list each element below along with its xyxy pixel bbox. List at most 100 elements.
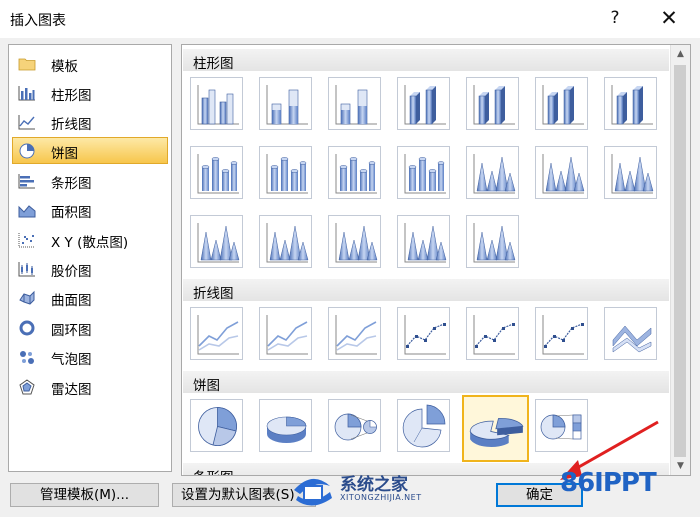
- area-chart-icon: [18, 205, 36, 218]
- folder-icon: [18, 58, 36, 71]
- clustered-cone-icon: [469, 149, 518, 198]
- sidebar-item-label: 模板: [51, 59, 78, 75]
- section-label: 柱形图: [193, 56, 234, 72]
- sidebar-item-label: 雷达图: [51, 382, 92, 398]
- chart-thumbnail[interactable]: [259, 215, 312, 268]
- chart-thumbnail[interactable]: [259, 307, 312, 360]
- chart-thumbnail[interactable]: [535, 307, 588, 360]
- percent-stacked-line-markers-icon: [538, 310, 587, 359]
- watermark-text: 系统之家: [340, 475, 408, 495]
- stacked-cylinder-icon: [262, 149, 311, 198]
- chart-thumbnail[interactable]: [190, 399, 243, 452]
- section-header-line: 折线图: [183, 279, 669, 302]
- scatter-chart-icon: [18, 233, 35, 248]
- sidebar-item-label: 饼图: [51, 146, 78, 162]
- scrollbar-thumb[interactable]: [674, 65, 686, 457]
- sidebar-item-line[interactable]: 折线图: [12, 108, 168, 135]
- sidebar-item-label: 面积图: [51, 205, 92, 221]
- scroll-up-arrow-icon[interactable]: ▲: [671, 45, 690, 63]
- sidebar-item-stock[interactable]: 股价图: [12, 255, 168, 282]
- chart-thumbnail[interactable]: [397, 77, 450, 130]
- exploded-pie-icon: [400, 402, 449, 451]
- percent-stacked-line-icon: [331, 310, 380, 359]
- sidebar-item-area[interactable]: 面积图: [12, 196, 168, 223]
- stacked-line-icon: [262, 310, 311, 359]
- section-label: 饼图: [193, 378, 220, 394]
- chart-thumbnail[interactable]: [259, 146, 312, 199]
- bar-chart-icon: [18, 174, 35, 189]
- sidebar-item-column[interactable]: 柱形图: [12, 79, 168, 106]
- radar-chart-icon: [19, 379, 35, 395]
- chart-thumbnail[interactable]: [328, 146, 381, 199]
- watermark-url: XITONGZHIJIA.NET: [340, 493, 422, 502]
- chart-thumbnail[interactable]: [259, 77, 312, 130]
- cylinder-3d-icon: [400, 149, 449, 198]
- cone-3d-icon: [193, 218, 242, 267]
- chart-thumbnail[interactable]: [328, 307, 381, 360]
- surface-chart-icon: [19, 290, 35, 305]
- chart-thumbnail[interactable]: [259, 399, 312, 452]
- pie-chart-icon: [19, 143, 35, 159]
- chart-subtype-gallery: 柱形图 折线图 饼图 条形图 ▲ ▼: [181, 44, 691, 476]
- sidebar-item-bubble[interactable]: 气泡图: [12, 343, 168, 370]
- chart-thumbnail[interactable]: [535, 146, 588, 199]
- sidebar-item-radar[interactable]: 雷达图: [12, 373, 168, 400]
- sidebar-item-surface[interactable]: 曲面图: [12, 284, 168, 311]
- pyramid-3d-icon: [469, 218, 518, 267]
- dialog-title: 插入图表: [10, 13, 66, 29]
- sidebar-item-label: 气泡图: [51, 352, 92, 368]
- chart-thumbnail[interactable]: [466, 77, 519, 130]
- gallery-scrollbar[interactable]: ▲ ▼: [670, 45, 690, 475]
- chart-thumbnail[interactable]: [466, 307, 519, 360]
- pie-3d-icon: [262, 402, 311, 451]
- section-header-column: 柱形图: [183, 49, 669, 72]
- line-3d-icon: [607, 310, 656, 359]
- chart-type-list: 模板 柱形图 折线图 饼图 条形图 面积图 X Y (散点图) 股价图 曲面图 …: [8, 44, 172, 472]
- sidebar-item-scatter[interactable]: X Y (散点图): [12, 226, 168, 253]
- percent-stacked-column-3d-icon: [538, 80, 587, 129]
- stacked-column-icon: [262, 80, 311, 129]
- stacked-column-3d-icon: [469, 80, 518, 129]
- chart-thumbnail[interactable]: [535, 77, 588, 130]
- chart-thumbnail[interactable]: [190, 307, 243, 360]
- sidebar-item-label: 曲面图: [51, 293, 92, 309]
- doughnut-chart-icon: [19, 320, 35, 336]
- line-markers-icon: [400, 310, 449, 359]
- sidebar-item-label: 折线图: [51, 117, 92, 133]
- column-chart-icon: [18, 86, 35, 101]
- close-button[interactable]: ✕: [652, 4, 686, 32]
- chart-thumbnail[interactable]: [397, 307, 450, 360]
- sidebar-item-pie[interactable]: 饼图: [12, 137, 168, 164]
- pie-of-pie-icon: [331, 402, 380, 451]
- sidebar-item-templates[interactable]: 模板: [12, 50, 168, 77]
- pie-icon: [193, 402, 242, 451]
- bubble-chart-icon: [20, 351, 34, 364]
- chart-thumbnail[interactable]: [328, 77, 381, 130]
- help-button[interactable]: ?: [598, 4, 632, 32]
- stock-chart-icon: [18, 262, 35, 277]
- chart-thumbnail[interactable]: [328, 399, 381, 452]
- sidebar-item-bar[interactable]: 条形图: [12, 167, 168, 194]
- dialog-titlebar: 插入图表 ? ✕: [0, 0, 700, 38]
- chart-thumbnail[interactable]: [190, 215, 243, 268]
- exploded-pie-3d-icon: [465, 398, 528, 461]
- watermark-xitongzhijia: 系统之家 XITONGZHIJIA.NET: [290, 470, 422, 512]
- chart-thumbnail[interactable]: [397, 215, 450, 268]
- chart-thumbnail[interactable]: [466, 215, 519, 268]
- chart-thumbnail[interactable]: [466, 146, 519, 199]
- manage-templates-button[interactable]: 管理模板(M)...: [10, 483, 159, 507]
- scroll-down-arrow-icon[interactable]: ▼: [671, 457, 690, 475]
- percent-stacked-cone-icon: [607, 149, 656, 198]
- chart-thumbnail[interactable]: [397, 399, 450, 452]
- chart-thumbnail[interactable]: [604, 307, 657, 360]
- sidebar-item-doughnut[interactable]: 圆环图: [12, 314, 168, 341]
- chart-thumbnail-selected[interactable]: [462, 395, 529, 462]
- chart-thumbnail[interactable]: [604, 146, 657, 199]
- percent-stacked-cylinder-icon: [331, 149, 380, 198]
- chart-thumbnail[interactable]: [190, 77, 243, 130]
- chart-thumbnail[interactable]: [190, 146, 243, 199]
- chart-thumbnail[interactable]: [604, 77, 657, 130]
- chart-thumbnail[interactable]: [397, 146, 450, 199]
- clustered-pyramid-icon: [262, 218, 311, 267]
- chart-thumbnail[interactable]: [328, 215, 381, 268]
